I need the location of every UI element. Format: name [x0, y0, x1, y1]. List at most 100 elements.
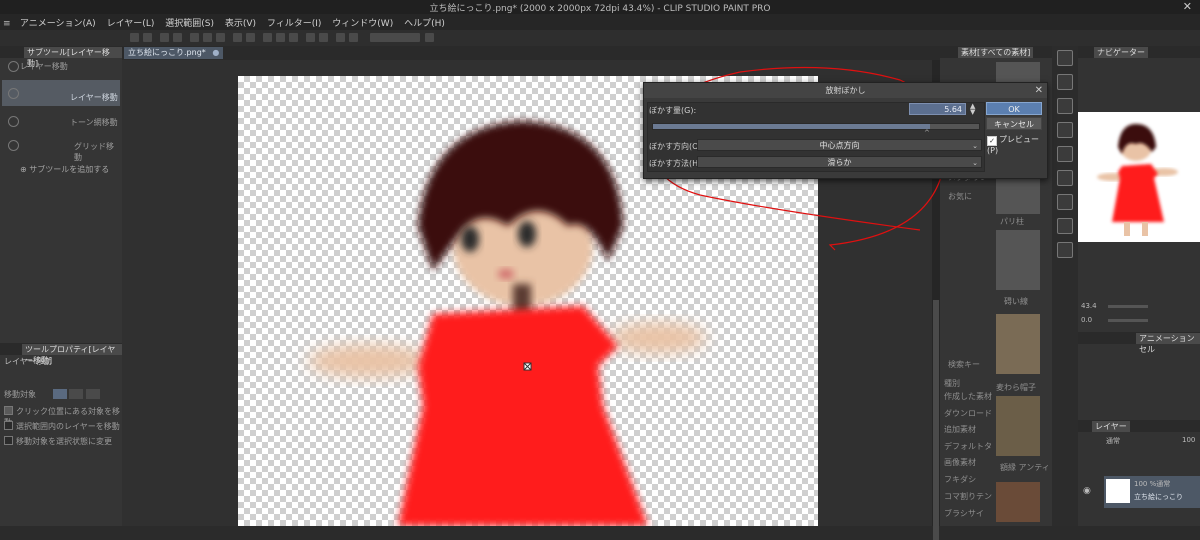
material-icon[interactable] [1057, 74, 1073, 90]
toolbar-button[interactable] [173, 33, 182, 42]
blend-mode-select[interactable]: 通常 [1106, 436, 1120, 446]
menu-window[interactable]: ウィンドウ(W) [328, 16, 397, 29]
navigator-preview[interactable] [1078, 112, 1200, 242]
navigator-tab[interactable]: ナビゲーター [1094, 47, 1148, 58]
history-icon[interactable] [1057, 122, 1073, 138]
toolbar-button[interactable] [203, 33, 212, 42]
option-move-in-selection[interactable]: 選択範囲内のレイヤーを移動 [4, 421, 120, 432]
window-close-icon[interactable]: ✕ [1183, 0, 1192, 13]
toolbar-button[interactable] [263, 33, 272, 42]
animation-tab[interactable]: アニメーションセル [1136, 333, 1200, 354]
toolbar-button[interactable] [190, 33, 199, 42]
menu-selection[interactable]: 選択範囲(S) [161, 16, 218, 29]
eye-icon[interactable]: ◉ [1083, 486, 1091, 496]
move-target-row: 移動対象 [4, 389, 100, 400]
toolbar-button[interactable] [306, 33, 315, 42]
material-label: 麦わら帽子 [996, 383, 1036, 392]
layer-row[interactable]: 100 %通常 立ち絵にっこり [1104, 476, 1200, 508]
tab-close-icon[interactable]: ● [212, 48, 219, 57]
property-icon[interactable] [1057, 146, 1073, 162]
rotation-value[interactable]: 0.0 [1081, 316, 1092, 324]
toolbar-button[interactable] [349, 33, 358, 42]
add-subtool-button[interactable]: ⊕ サブツールを追加する [20, 164, 109, 175]
menu-help[interactable]: ヘルプ(H) [400, 16, 449, 29]
option-select-moved[interactable]: 移動対象を選択状態に変更 [4, 436, 112, 447]
material-filter-option[interactable]: ブラシサイ [944, 508, 984, 519]
dialog-title: 放射ぼかし [644, 83, 1047, 98]
subtool-layer-move[interactable]: レイヤー移動 [2, 80, 120, 106]
material-filter-option[interactable]: フキダシ [944, 474, 976, 485]
toolbar-button[interactable] [130, 33, 139, 42]
menu-filter[interactable]: フィルター(I) [263, 16, 326, 29]
material-filter-option[interactable]: コマ割りテン [944, 491, 992, 502]
material-search-label[interactable]: 検索キー [948, 359, 980, 370]
material-tab[interactable]: 素材[すべての素材] [958, 47, 1034, 58]
toolbar-slider[interactable] [370, 33, 420, 42]
window-title: 立ち絵にっこり.png* (2000 x 2000px 72dpi 43.4%)… [429, 4, 771, 14]
menu-animation[interactable]: アニメーション(A) [16, 16, 100, 29]
color-icon[interactable] [1057, 170, 1073, 186]
tool-property-tab[interactable]: ツールプロパティ[レイヤー移動] [22, 344, 122, 365]
toolbar-button[interactable] [336, 33, 345, 42]
image-icon[interactable] [1057, 218, 1073, 234]
menu-view[interactable]: 表示(V) [221, 16, 260, 29]
move-target-layer-button[interactable] [52, 389, 67, 399]
opacity-value[interactable]: 100 [1182, 436, 1195, 444]
folder-icon[interactable] [1057, 194, 1073, 210]
material-thumbnail[interactable] [996, 230, 1040, 290]
toolbar-button[interactable] [319, 33, 328, 42]
checkbox-icon[interactable] [4, 406, 13, 415]
method-select[interactable]: 滑らか ⌄ [697, 156, 982, 168]
toolbar-button[interactable] [233, 33, 242, 42]
title-bar: 立ち絵にっこり.png* (2000 x 2000px 72dpi 43.4%)… [0, 0, 1200, 14]
zoom-slider[interactable] [1108, 305, 1148, 308]
zoom-value[interactable]: 43.4 [1081, 302, 1097, 310]
menu-layer[interactable]: レイヤー(L) [103, 16, 159, 29]
direction-select[interactable]: 中心点方向 ⌄ [697, 139, 982, 151]
right-arm [610, 323, 706, 353]
material-filter-option[interactable]: ダウンロード [944, 408, 992, 419]
subtool-layer-move-header[interactable]: レイヤー移動 [2, 59, 120, 73]
toolbar-button[interactable] [160, 33, 169, 42]
search-icon[interactable] [1057, 50, 1073, 66]
spinner-icon[interactable]: ▲ ▼ [970, 103, 975, 116]
subtool-grid-move[interactable]: グリッド移動 [2, 134, 120, 162]
material-filter-option[interactable]: 追加素材 [944, 424, 976, 435]
material-filter-option[interactable]: 作成した素材 [944, 391, 992, 402]
hamburger-icon[interactable]: ≡ [3, 19, 13, 29]
material-thumbnail[interactable] [996, 482, 1040, 522]
dropdown-icon: ⌄ [972, 159, 978, 167]
document-tab[interactable]: 立ち絵にっこり.png* ● [124, 47, 224, 59]
center-point-icon[interactable] [523, 362, 532, 371]
camera-icon[interactable] [1057, 242, 1073, 258]
move-target-tone-button[interactable] [69, 389, 84, 399]
toolbar-button[interactable] [276, 33, 285, 42]
material-filter-option[interactable]: 画像素材 [944, 457, 976, 468]
toolbar-button[interactable] [289, 33, 298, 42]
material-thumbnail[interactable] [996, 314, 1040, 374]
amount-slider[interactable] [652, 123, 980, 130]
toolbar-button[interactable] [246, 33, 255, 42]
close-icon[interactable]: ✕ [1035, 83, 1043, 98]
material-filter-option[interactable]: デフォルトタ [944, 441, 992, 452]
layer-tab[interactable]: レイヤー [1092, 421, 1130, 432]
checkbox-icon[interactable] [4, 421, 13, 430]
material-thumbnail[interactable] [996, 396, 1040, 456]
layer-icon[interactable] [1057, 98, 1073, 114]
amount-input[interactable]: 5.64 [909, 103, 966, 115]
preview-checkbox[interactable]: ✓ プレビュー(P) [987, 134, 1047, 155]
subtool-tone-move[interactable]: トーン網移動 [2, 110, 120, 132]
material-thumbnail[interactable] [996, 174, 1040, 214]
rotation-slider[interactable] [1108, 319, 1148, 322]
move-target-grid-button[interactable] [85, 389, 100, 399]
checkbox-icon[interactable]: ✓ [987, 136, 997, 146]
scrollbar-thumb[interactable] [933, 300, 939, 540]
toolbar-button[interactable] [425, 33, 434, 42]
ok-button[interactable]: OK [986, 102, 1042, 115]
subtool-tab[interactable]: サブツール[レイヤー移動] [24, 47, 122, 68]
checkbox-icon[interactable] [4, 436, 13, 445]
toolbar-button[interactable] [216, 33, 225, 42]
material-filter-label: 種別 [944, 379, 960, 388]
cancel-button[interactable]: キャンセル [986, 117, 1042, 130]
toolbar-button[interactable] [143, 33, 152, 42]
